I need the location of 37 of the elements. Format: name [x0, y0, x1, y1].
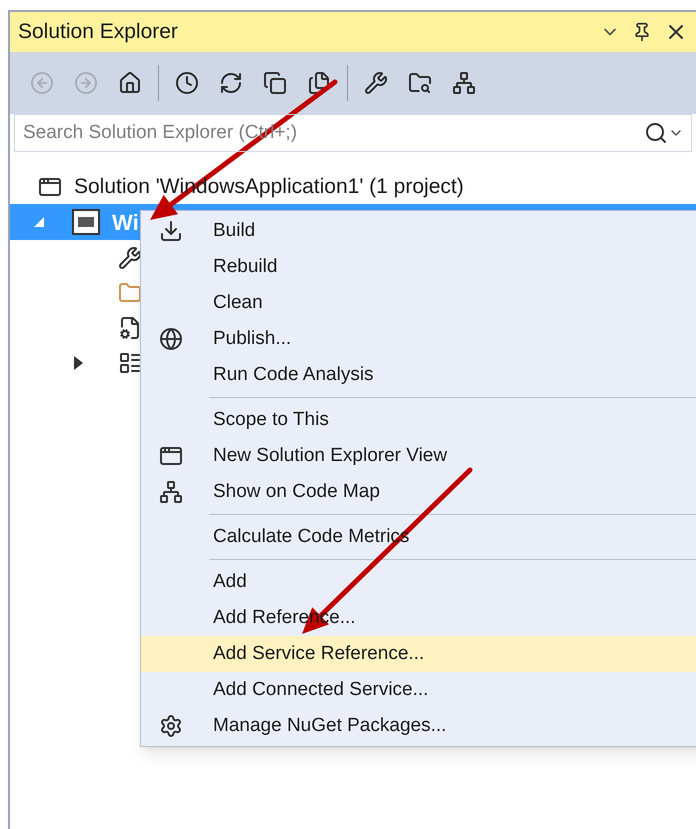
diagram-icon — [452, 71, 476, 95]
files-icon — [307, 71, 331, 95]
sync-icon — [219, 71, 243, 95]
forward-icon — [74, 71, 98, 95]
wrench-icon[interactable] — [118, 246, 142, 270]
menu-item[interactable]: New Solution Explorer View — [141, 438, 696, 474]
folder-icon[interactable] — [118, 280, 142, 304]
home-icon — [118, 71, 142, 95]
window-title: Solution Explorer — [18, 19, 179, 46]
clock-icon — [175, 71, 199, 95]
globe-icon — [159, 327, 183, 351]
menu-item[interactable]: Add — [141, 564, 696, 600]
tree-label: Wi — [112, 208, 139, 236]
vb-icon — [72, 209, 100, 235]
solution-icon — [38, 175, 62, 199]
menu-item[interactable]: Run Code Analysis — [141, 357, 696, 393]
menu-item[interactable]: Add Connected Service... — [141, 672, 696, 708]
menu-item[interactable]: Publish... — [141, 321, 696, 357]
menu-item[interactable]: Show on Code Map — [141, 474, 696, 510]
menu-item[interactable]: Clean — [141, 285, 696, 321]
collapse-icon — [263, 71, 287, 95]
form-icon[interactable] — [118, 350, 142, 374]
gear-icon — [159, 714, 183, 738]
expand-icon[interactable] — [74, 356, 83, 370]
menu-item[interactable]: Add Service Reference... — [141, 636, 696, 672]
folder-search-icon — [408, 71, 432, 95]
search-icon[interactable] — [644, 121, 668, 145]
window-icon — [159, 444, 183, 468]
menu-item[interactable]: Rebuild — [141, 249, 696, 285]
menu-item[interactable]: Manage NuGet Packages... — [141, 708, 696, 744]
back-icon — [30, 71, 54, 95]
build-icon — [159, 219, 183, 243]
wrench-icon — [364, 71, 388, 95]
config-icon[interactable] — [118, 316, 142, 340]
menu-item[interactable]: Build — [141, 213, 696, 249]
diagram-icon — [159, 480, 183, 504]
menu-item[interactable]: Scope to This — [141, 402, 696, 438]
